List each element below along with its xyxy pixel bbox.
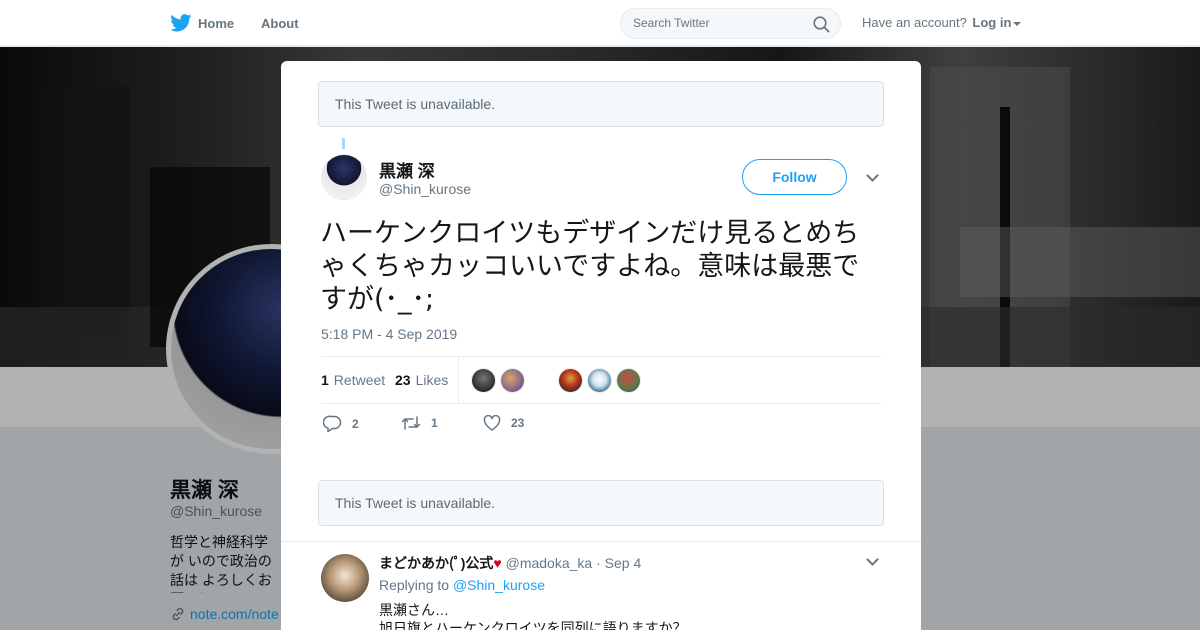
- author-name[interactable]: 黒瀬 深: [379, 157, 435, 182]
- retweet-stat-label: Retweet: [333, 372, 386, 388]
- reply-icon: [323, 415, 342, 432]
- divider: [281, 541, 921, 542]
- twitter-bird-icon: [170, 14, 192, 32]
- heart-emoji: ♥: [493, 555, 502, 571]
- nav-home-label: Home: [198, 15, 235, 31]
- likes-stat-count: 23: [395, 372, 411, 388]
- chevron-down-icon[interactable]: [866, 553, 879, 566]
- tweet-unavailable-notice: This Tweet is unavailable.: [318, 480, 884, 526]
- liker-avatar[interactable]: [558, 368, 583, 393]
- tweet-unavailable-notice: This Tweet is unavailable.: [318, 81, 884, 127]
- close-icon[interactable]: [1154, 12, 1178, 36]
- nav-about-link[interactable]: About: [261, 0, 299, 46]
- liker-avatar[interactable]: [616, 368, 641, 393]
- replying-to-link[interactable]: @Shin_kurose: [453, 577, 545, 593]
- tweet-text: ハーケンクロイツもデザインだけ見るとめちゃくちゃカッコいいですよね。意味は最悪で…: [320, 218, 860, 315]
- login-link[interactable]: Log in: [972, 15, 1011, 30]
- chevron-down-icon[interactable]: [1013, 21, 1022, 26]
- search-box[interactable]: [620, 8, 841, 39]
- author-avatar[interactable]: [321, 154, 367, 200]
- retweet-stat[interactable]: 1 Retweet: [321, 372, 385, 388]
- replying-to-prefix: Replying to: [379, 577, 450, 593]
- separator-dot: ·: [596, 555, 601, 571]
- reply-author-avatar[interactable]: [321, 554, 369, 602]
- retweet-count: 1: [431, 416, 438, 430]
- tweet-modal: This Tweet is unavailable. 黒瀬 深 @Shin_ku…: [281, 61, 921, 630]
- chevron-down-icon[interactable]: [866, 169, 879, 182]
- reply-text-line: 黒瀬さん…: [379, 602, 449, 618]
- liker-avatar[interactable]: [500, 368, 525, 393]
- reply-count: 2: [352, 416, 359, 431]
- reply-date[interactable]: Sep 4: [605, 555, 642, 571]
- author-handle[interactable]: @Shin_kurose: [379, 181, 471, 197]
- top-navigation-bar: Home About Have an account? Log in: [0, 0, 1200, 46]
- reply-header: まどかあか(ﾟ)公式♥ @madoka_ka · Sep 4: [379, 553, 641, 573]
- search-icon[interactable]: [813, 16, 830, 33]
- follow-button[interactable]: Follow: [742, 159, 847, 195]
- liker-avatar[interactable]: [587, 368, 612, 393]
- tweet-stats: 1 Retweet 23 Likes: [321, 356, 881, 404]
- search-input[interactable]: [633, 16, 803, 30]
- reply-button[interactable]: 2: [323, 415, 359, 432]
- tweet-timestamp[interactable]: 5:18 PM - 4 Sep 2019: [321, 326, 457, 342]
- nav-home-link[interactable]: Home: [170, 0, 234, 46]
- replying-to: Replying to @Shin_kurose: [379, 577, 545, 593]
- reply-author-handle[interactable]: @madoka_ka: [506, 555, 593, 571]
- retweet-stat-count: 1: [321, 372, 329, 388]
- like-count: 23: [511, 416, 525, 430]
- stats-divider: [458, 357, 459, 403]
- have-account-text: Have an account?: [862, 15, 967, 30]
- retweet-button[interactable]: 1: [401, 415, 438, 431]
- retweet-icon: [401, 416, 421, 430]
- likes-stat[interactable]: 23 Likes: [395, 372, 448, 388]
- thread-connector-line: [342, 138, 345, 149]
- login-area: Have an account? Log in: [862, 15, 1022, 30]
- liker-avatar[interactable]: [471, 368, 496, 393]
- reply-text-line: 旭日旗とハーケンクロイツを同列に語りますか？: [379, 620, 687, 630]
- likes-stat-label: Likes: [415, 372, 449, 388]
- reply-author-name[interactable]: まどかあか(ﾟ)公式: [379, 555, 493, 571]
- heart-icon: [483, 415, 501, 431]
- like-button[interactable]: 23: [483, 415, 524, 431]
- reply-text: 黒瀬さん… 旭日旗とハーケンクロイツを同列に語りますか？: [379, 601, 687, 630]
